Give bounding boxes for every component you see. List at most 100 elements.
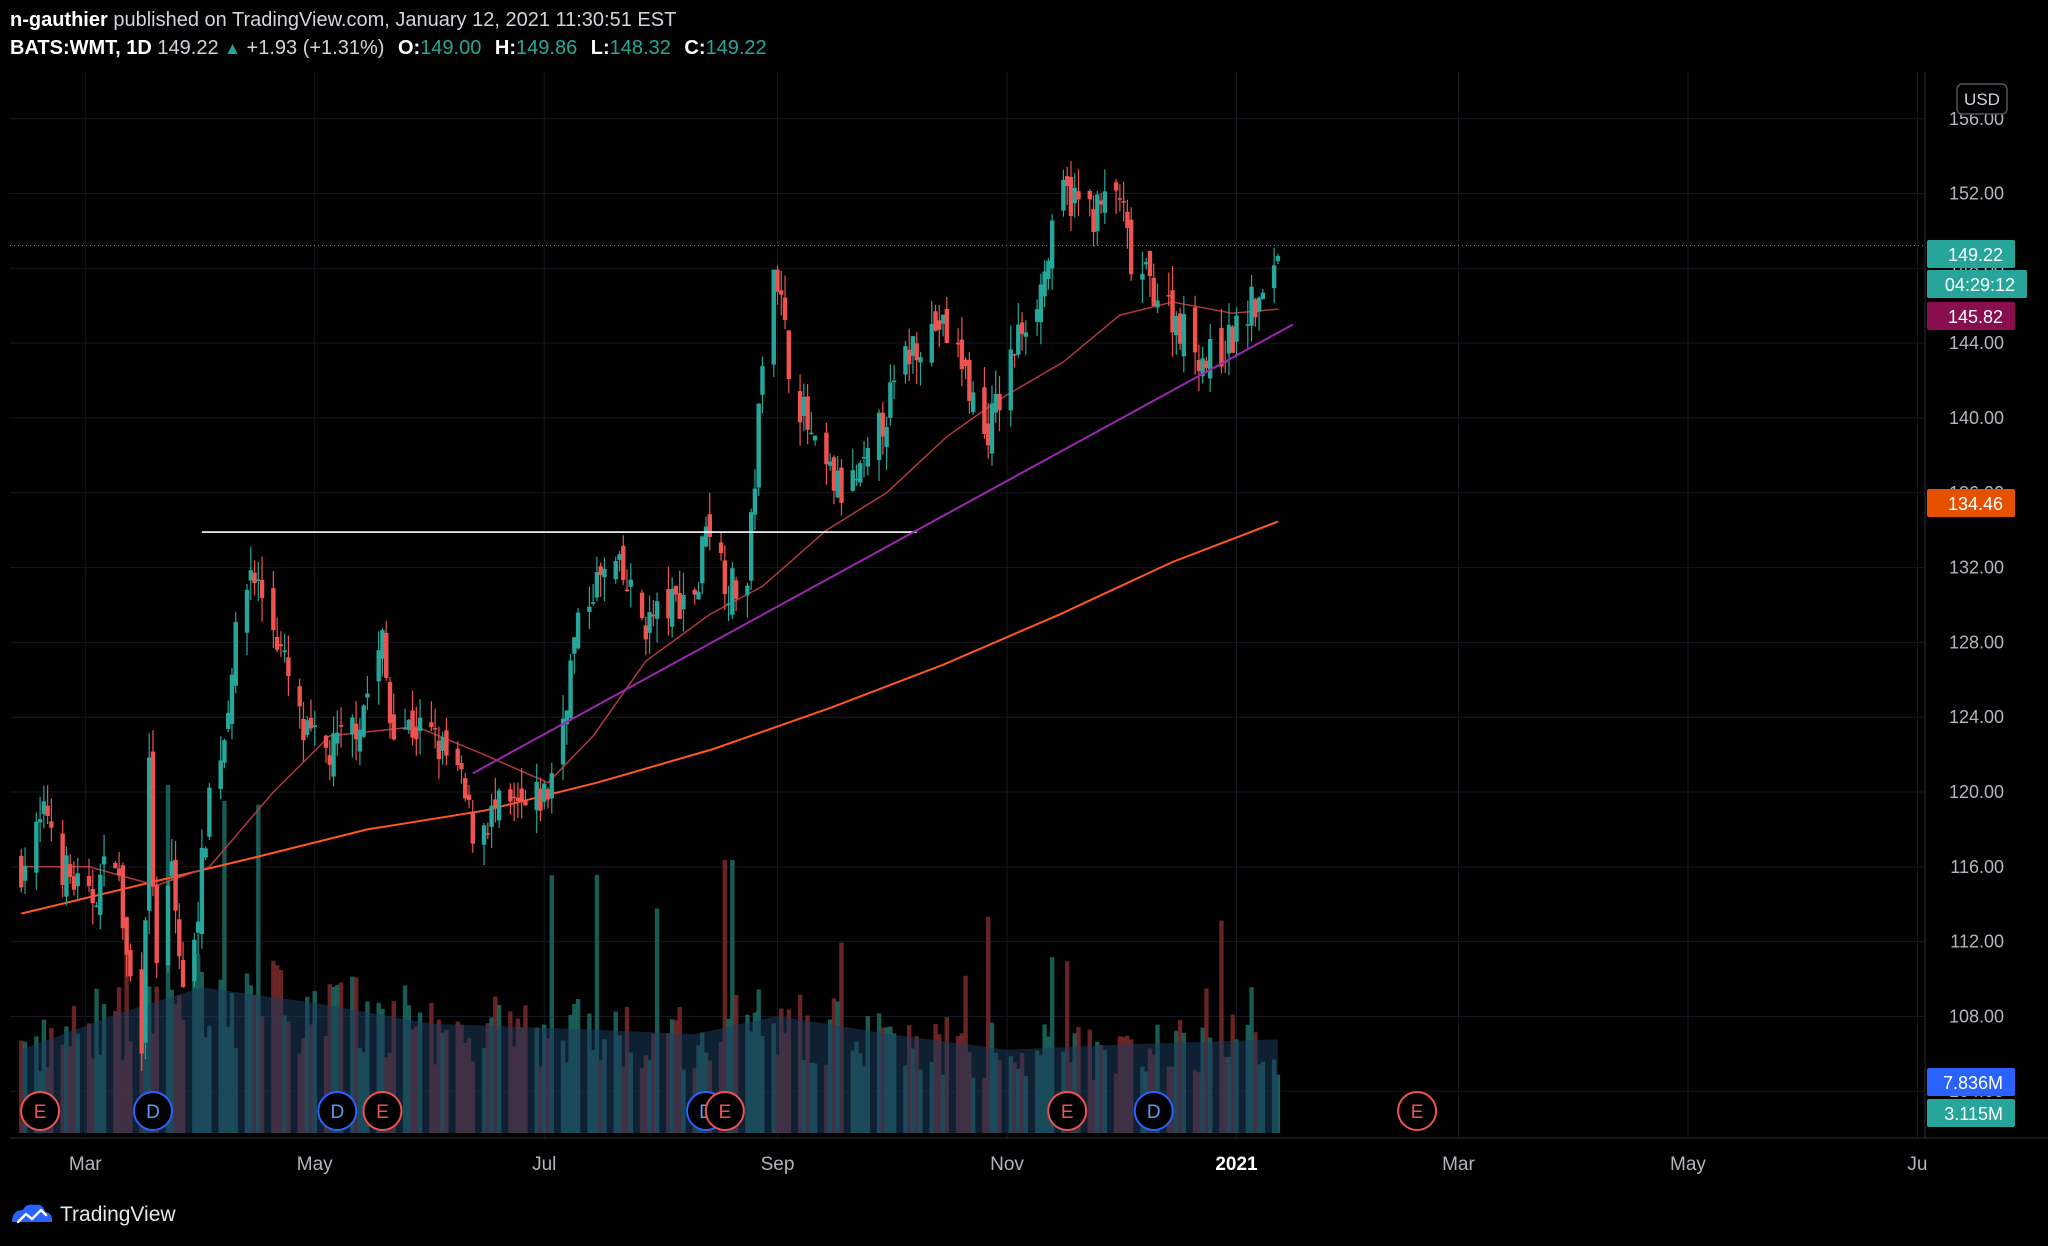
candle-body xyxy=(1230,326,1235,353)
candle-body xyxy=(681,595,686,610)
candle-body xyxy=(150,751,156,887)
candle-body xyxy=(647,612,652,633)
candle-body xyxy=(34,821,39,873)
candle-body xyxy=(455,748,460,765)
candle-body xyxy=(90,888,95,904)
candle-body xyxy=(1249,286,1254,326)
candle-body xyxy=(1113,182,1119,191)
candle-body xyxy=(805,396,810,430)
candle-body xyxy=(703,526,709,547)
candle-body xyxy=(1192,307,1198,353)
candle-body xyxy=(139,969,144,1054)
tradingview-brand[interactable]: TradingView xyxy=(60,1203,176,1227)
candle-body xyxy=(226,712,231,730)
candle-body xyxy=(884,427,889,448)
candle-body xyxy=(274,637,280,650)
earnings-event-icon[interactable]: E xyxy=(1397,1091,1438,1131)
candle-body xyxy=(113,862,118,869)
price-chart[interactable]: EDDEDEEDE 104.00108.00112.00116.00120.00… xyxy=(0,0,2048,1246)
earnings-event-icon[interactable]: E xyxy=(1047,1091,1088,1131)
currency-button[interactable]: USD xyxy=(1956,83,2008,115)
candle-body xyxy=(1061,179,1066,211)
candle-body xyxy=(726,603,731,605)
candle-body xyxy=(1204,360,1209,369)
candle-body xyxy=(463,778,468,799)
candle-body xyxy=(1117,198,1123,200)
candle-body xyxy=(1234,315,1239,342)
candle-body xyxy=(929,323,934,363)
candle-body xyxy=(692,589,697,595)
earnings-event-icon[interactable]: E xyxy=(20,1091,61,1131)
candle-body xyxy=(94,905,99,908)
price-axis[interactable] xyxy=(1925,72,2048,1138)
x-axis-ticks[interactable]: Mar May Jul Sep Nov 2021 Mar May Ju xyxy=(69,1154,1928,1175)
candle-body xyxy=(906,349,912,365)
candle-body xyxy=(1046,260,1051,280)
candle-body xyxy=(432,728,438,730)
candle-body xyxy=(308,717,314,729)
candle-body xyxy=(824,432,829,465)
candle-body xyxy=(982,387,987,434)
candle-body xyxy=(387,682,393,724)
x-tick-label: Jul xyxy=(532,1154,556,1175)
y-tick-label: 152.00 xyxy=(1949,184,2004,204)
earnings-event-icon[interactable]: E xyxy=(362,1091,403,1131)
candle-body xyxy=(470,811,475,844)
event-label: E xyxy=(1411,1102,1424,1123)
candle-body xyxy=(301,718,306,741)
candle-body xyxy=(858,463,863,483)
candle-body xyxy=(621,545,626,580)
candle-body xyxy=(963,359,968,367)
candle-body xyxy=(888,382,893,418)
dividend-event-icon[interactable]: D xyxy=(132,1091,173,1131)
event-label: E xyxy=(34,1102,47,1123)
candle-body xyxy=(669,588,675,627)
candle-body xyxy=(248,570,253,581)
candle-body xyxy=(511,796,517,799)
candle-body xyxy=(639,592,645,619)
candle-body xyxy=(402,728,408,730)
candle-body xyxy=(60,833,65,885)
event-label: D xyxy=(330,1102,344,1123)
candle-body xyxy=(722,560,728,595)
candle-body xyxy=(1219,327,1224,367)
y-tick-label: 124.00 xyxy=(1949,707,2004,727)
price-badge-label: 145.82 xyxy=(1948,307,2003,327)
x-tick-label: Ju xyxy=(1907,1154,1927,1175)
candle-body xyxy=(71,876,77,890)
candle-body xyxy=(1166,295,1171,297)
candle-body xyxy=(933,311,938,331)
candle-body xyxy=(169,861,174,876)
candle-body xyxy=(944,308,950,343)
candle-body xyxy=(1087,190,1092,200)
candle-body xyxy=(1245,324,1250,326)
candle-body xyxy=(391,714,396,740)
candle-body xyxy=(384,632,389,678)
candle-body xyxy=(361,705,366,737)
candle-body xyxy=(745,585,750,596)
candle-body xyxy=(45,805,50,816)
candle-body xyxy=(410,710,415,738)
candle-body xyxy=(481,825,487,845)
candle-body xyxy=(124,917,129,955)
candle-body xyxy=(854,478,859,481)
candle-body xyxy=(613,560,618,580)
candle-body xyxy=(508,789,513,802)
candle-body xyxy=(1207,339,1213,379)
candle-body xyxy=(910,336,916,357)
candle-body xyxy=(771,269,776,365)
y-tick-label: 108.00 xyxy=(1949,1006,2004,1026)
candle-body xyxy=(417,717,423,732)
candle-body xyxy=(1177,313,1183,344)
candle-body xyxy=(1008,349,1013,411)
dividend-event-icon[interactable]: D xyxy=(1133,1091,1174,1131)
candle-body xyxy=(64,855,69,897)
currency-label: USD xyxy=(1964,90,2000,109)
dividend-event-icon[interactable]: D xyxy=(317,1091,358,1131)
candle-body xyxy=(256,579,261,582)
candle-body xyxy=(575,612,581,649)
candle-body xyxy=(538,788,543,811)
candle-body xyxy=(707,514,712,537)
earnings-event-icon[interactable]: E xyxy=(704,1091,745,1131)
candle-body xyxy=(786,330,791,380)
